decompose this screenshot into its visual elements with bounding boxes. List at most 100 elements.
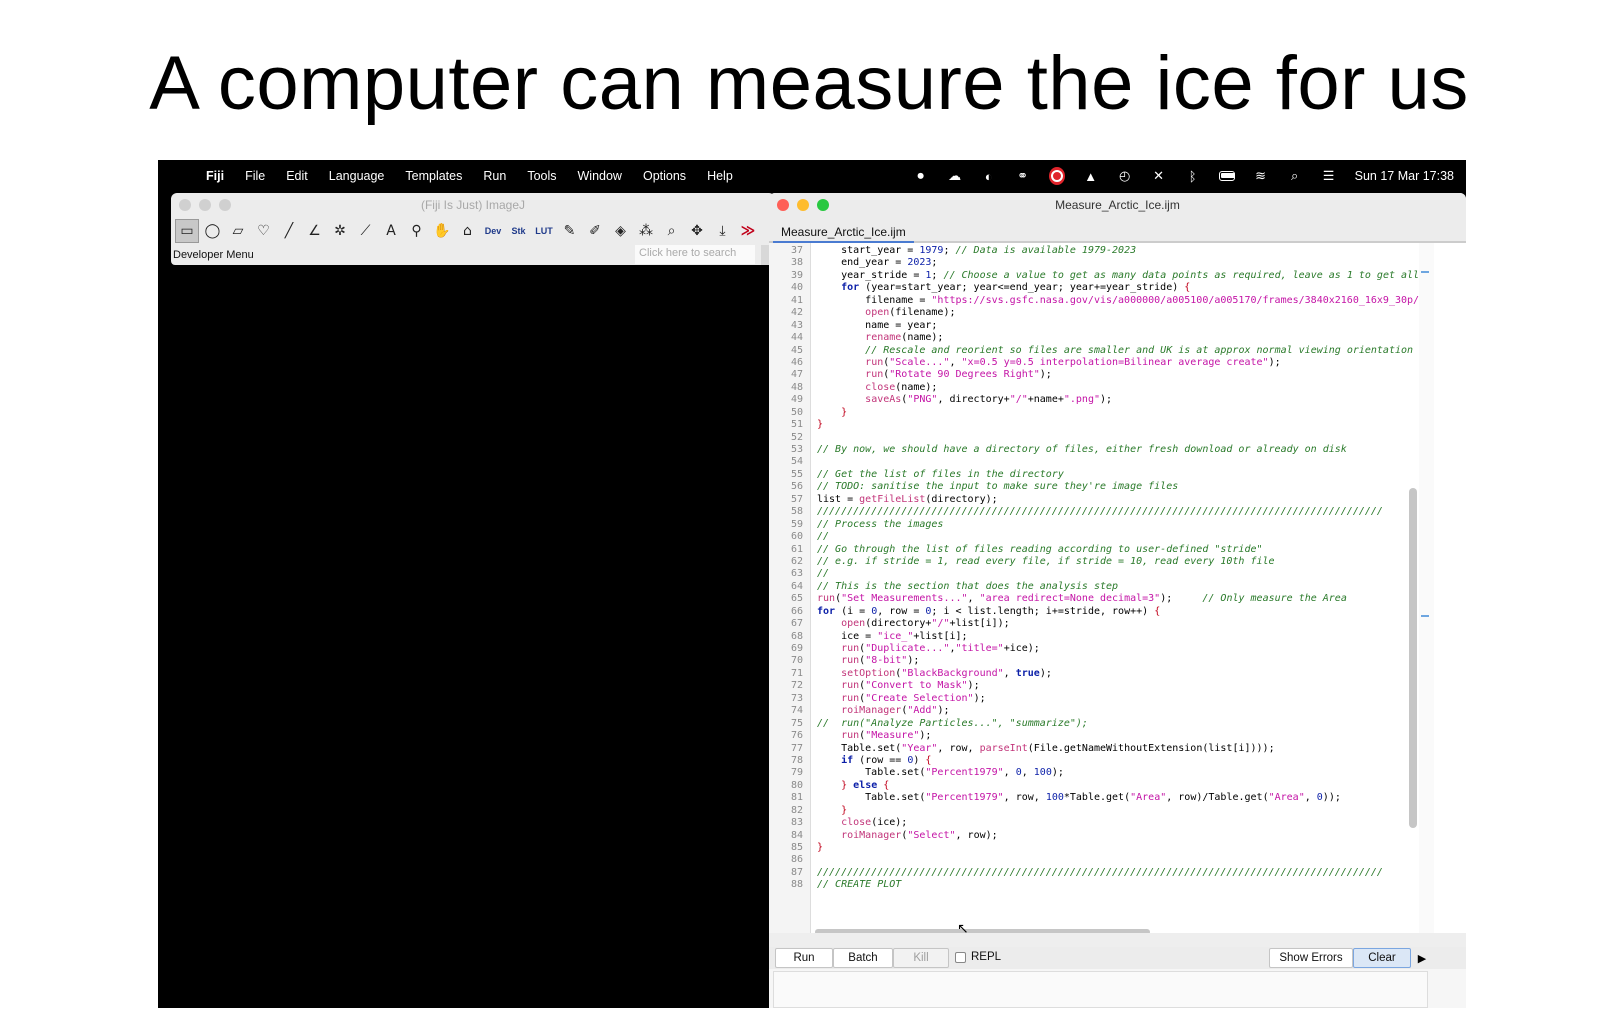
code-line[interactable]: 37 start_year = 1979; // Data is availab… bbox=[769, 245, 1409, 257]
code-line[interactable]: 88 // CREATE PLOT bbox=[769, 879, 1409, 891]
point-tool-icon[interactable]: ✲ bbox=[328, 219, 352, 243]
wifi-icon[interactable]: ≋ bbox=[1253, 168, 1269, 184]
kill-button[interactable]: Kill bbox=[893, 948, 949, 968]
code-line[interactable]: 49 saveAs("PNG", directory+"/"+name+".pn… bbox=[769, 394, 1409, 406]
dev-menu-tool[interactable]: Dev bbox=[481, 219, 505, 243]
globe-icon[interactable]: ◐ bbox=[981, 168, 997, 184]
menu-file[interactable]: File bbox=[245, 169, 265, 183]
code-line[interactable]: 85} bbox=[769, 842, 1409, 854]
angle-tool-icon[interactable]: ∠ bbox=[303, 219, 327, 243]
code-line[interactable]: 83 close(ice); bbox=[769, 817, 1409, 829]
editor-titlebar[interactable]: Measure_Arctic_Ice.ijm bbox=[769, 193, 1466, 217]
repl-checkbox[interactable] bbox=[955, 951, 966, 963]
control-center-icon[interactable]: ☰ bbox=[1321, 168, 1337, 184]
clear-button[interactable]: Clear bbox=[1353, 948, 1411, 968]
code-lines[interactable]: 37 start_year = 1979; // Data is availab… bbox=[769, 245, 1431, 892]
magnifier-icon[interactable]: ⌕ bbox=[660, 219, 684, 243]
code-line[interactable]: 45 // Rescale and reorient so files are … bbox=[769, 345, 1431, 357]
split-divider[interactable] bbox=[769, 933, 1466, 947]
play-icon[interactable]: ▶ bbox=[1414, 948, 1430, 968]
flood-fill-icon[interactable]: ◈ bbox=[609, 219, 633, 243]
wand-tool-icon[interactable]: ⟋ bbox=[354, 219, 378, 243]
color-picker-icon[interactable]: ⌂ bbox=[456, 219, 480, 243]
code-line[interactable]: 74 roiManager("Add"); bbox=[769, 705, 1409, 717]
code-line[interactable]: 61 // Go through the list of files readin… bbox=[769, 544, 1409, 556]
code-line[interactable]: 58 //////////////////////////////////////… bbox=[769, 506, 1409, 518]
code-line[interactable]: 56 // TODO: sanitise the input to make su… bbox=[769, 481, 1409, 493]
hand-tool-icon[interactable]: ✋ bbox=[430, 219, 454, 243]
drive-icon[interactable]: ▲ bbox=[1083, 168, 1099, 184]
menu-edit[interactable]: Edit bbox=[286, 169, 308, 183]
code-line[interactable]: 53 // By now, we should have a directory … bbox=[769, 444, 1409, 456]
code-line[interactable]: 42 open(filename); bbox=[769, 307, 1409, 319]
code-line[interactable]: 44 rename(name); bbox=[769, 332, 1409, 344]
code-line[interactable]: 60 // bbox=[769, 531, 1409, 543]
menu-fiji[interactable]: Fiji bbox=[206, 169, 224, 183]
clock[interactable]: Sun 17 Mar 17:38 bbox=[1355, 169, 1454, 183]
polygon-tool-icon[interactable]: ▱ bbox=[226, 219, 250, 243]
code-line[interactable]: 77 Table.set("Year", row, parseInt(File.… bbox=[769, 743, 1409, 755]
show-errors-button[interactable]: Show Errors bbox=[1269, 948, 1353, 968]
code-line[interactable]: 55 // Get the list of files in the direct… bbox=[769, 469, 1409, 481]
lut-menu-tool[interactable]: LUT bbox=[532, 219, 556, 243]
code-line[interactable]: 48 close(name); bbox=[769, 382, 1409, 394]
code-line[interactable]: 57 list = getFileList(directory); bbox=[769, 494, 1409, 506]
repl-toggle[interactable]: REPL bbox=[955, 951, 1001, 963]
cloud-icon[interactable]: ☁ bbox=[947, 168, 963, 184]
code-line[interactable]: 51} bbox=[769, 419, 1409, 431]
code-line[interactable]: 39 year_stride = 1; // Choose a value to… bbox=[769, 270, 1431, 282]
stack-menu-tool[interactable]: Stk bbox=[507, 219, 531, 243]
spray-icon[interactable]: ⁂ bbox=[634, 219, 658, 243]
vertical-scrollbar[interactable] bbox=[1409, 488, 1417, 828]
search-input[interactable]: Click here to search bbox=[635, 245, 755, 264]
run-button[interactable]: Run bbox=[775, 948, 833, 968]
menu-language[interactable]: Language bbox=[329, 169, 385, 183]
freehand-tool-icon[interactable]: ♡ bbox=[252, 219, 276, 243]
code-line[interactable]: 68 ice = "ice_"+list[i]; bbox=[769, 631, 1409, 643]
menu-tools[interactable]: Tools bbox=[527, 169, 556, 183]
imagej-titlebar[interactable]: (Fiji Is Just) ImageJ bbox=[171, 193, 775, 217]
code-line[interactable]: 38 end_year = 2023; bbox=[769, 257, 1409, 269]
output-console[interactable] bbox=[773, 971, 1428, 1008]
menu-options[interactable]: Options bbox=[643, 169, 686, 183]
oval-tool-icon[interactable]: ◯ bbox=[201, 219, 225, 243]
more-tools-icon[interactable]: ≫ bbox=[736, 219, 760, 243]
code-line[interactable]: 40 for (year=start_year; year<=end_year;… bbox=[769, 282, 1409, 294]
code-line[interactable]: 65 run("Set Measurements...", "area redir… bbox=[769, 593, 1409, 605]
screen-record-icon[interactable] bbox=[1048, 167, 1065, 185]
pick-icon[interactable]: ⤓ bbox=[711, 219, 735, 243]
menu-run[interactable]: Run bbox=[483, 169, 506, 183]
pencil-icon[interactable]: ✎ bbox=[558, 219, 582, 243]
tab-measure-arctic-ice[interactable]: Measure_Arctic_Ice.ijm bbox=[773, 221, 914, 243]
menu-window[interactable]: Window bbox=[578, 169, 622, 183]
code-line[interactable]: 64 // This is the section that does the a… bbox=[769, 581, 1409, 593]
code-line[interactable]: 81 Table.set("Percent1979", row, 100*Tab… bbox=[769, 792, 1409, 804]
code-line[interactable]: 82 } bbox=[769, 805, 1409, 817]
batch-button[interactable]: Batch bbox=[833, 948, 893, 968]
code-line[interactable]: 84 roiManager("Select", row); bbox=[769, 830, 1409, 842]
mute-icon[interactable]: ✕ bbox=[1151, 168, 1167, 184]
bluetooth-icon[interactable]: ᛒ bbox=[1185, 168, 1201, 184]
spotlight-search-icon[interactable]: ⌕ bbox=[1287, 168, 1303, 184]
code-line[interactable]: 47 run("Rotate 90 Degrees Right"); bbox=[769, 369, 1409, 381]
code-line[interactable]: 59 // Process the images bbox=[769, 519, 1409, 531]
zoom-tool-icon[interactable]: ⚲ bbox=[405, 219, 429, 243]
code-line[interactable]: 70 run("8-bit"); bbox=[769, 655, 1409, 667]
code-line[interactable]: 63 // bbox=[769, 568, 1409, 580]
code-line[interactable]: 71 setOption("BlackBackground", true); bbox=[769, 668, 1409, 680]
code-line[interactable]: 46 run("Scale...", "x=0.5 y=0.5 interpol… bbox=[769, 357, 1409, 369]
time-machine-icon[interactable]: ◴ bbox=[1117, 168, 1133, 184]
brush-icon[interactable]: ✐ bbox=[583, 219, 607, 243]
code-editor[interactable]: 37 start_year = 1979; // Data is availab… bbox=[769, 243, 1466, 933]
code-line[interactable]: 73 run("Create Selection"); bbox=[769, 693, 1409, 705]
record-icon[interactable]: ⏺ bbox=[913, 168, 929, 184]
code-line[interactable]: 75 // run("Analyze Particles...", "summar… bbox=[769, 718, 1409, 730]
code-line[interactable]: 50 } bbox=[769, 407, 1409, 419]
line-tool-icon[interactable]: ╱ bbox=[277, 219, 301, 243]
code-line[interactable]: 54 bbox=[769, 456, 1409, 468]
code-line[interactable]: 66 for (i = 0, row = 0; i < list.length; … bbox=[769, 606, 1409, 618]
code-line[interactable]: 79 Table.set("Percent1979", 0, 100); bbox=[769, 767, 1409, 779]
code-line[interactable]: 86 bbox=[769, 854, 1409, 866]
code-line[interactable]: 78 if (row == 0) { bbox=[769, 755, 1409, 767]
menu-templates[interactable]: Templates bbox=[405, 169, 462, 183]
